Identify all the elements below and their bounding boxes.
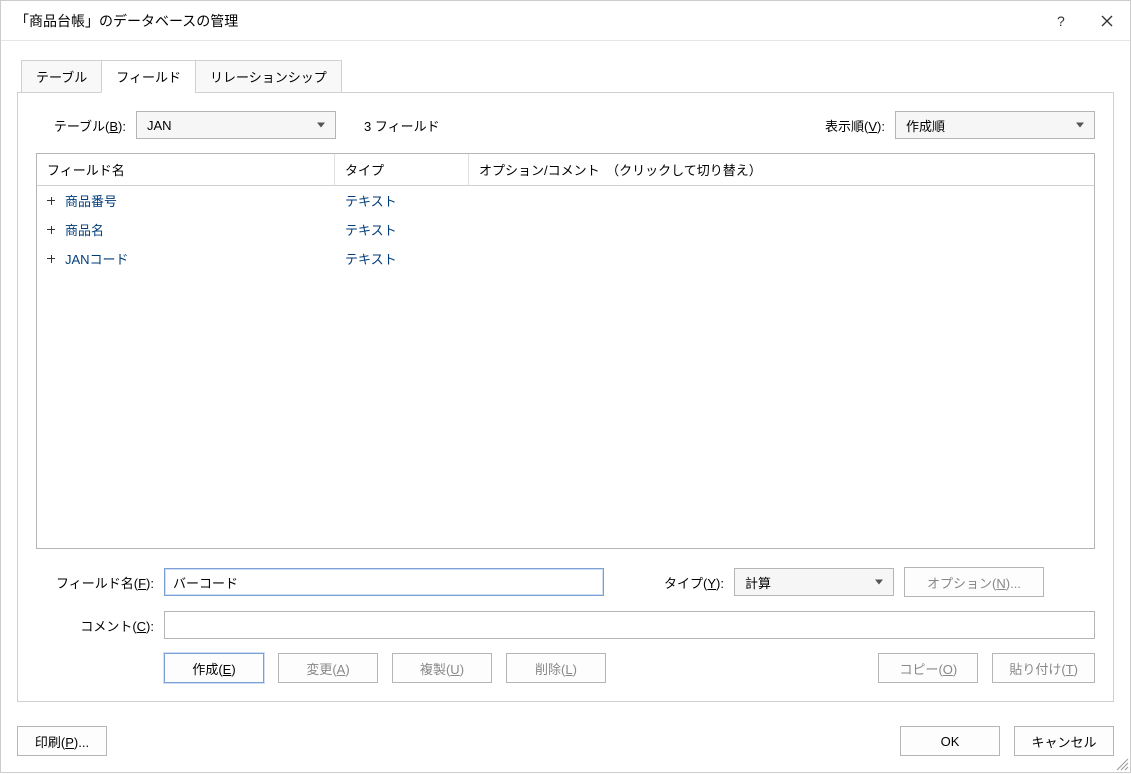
table-row[interactable]: 商品番号 テキスト [37, 186, 1094, 215]
field-name-cell: 商品名 [65, 220, 104, 239]
dialog-body: テーブル フィールド リレーションシップ テーブル(B): JAN 3 フィール… [1, 41, 1130, 712]
field-type-select[interactable]: 計算 [734, 568, 894, 596]
field-type-cell: テキスト [345, 220, 397, 239]
field-type-value: 計算 [745, 573, 771, 592]
field-grid[interactable]: フィールド名 タイプ オプション/コメント （クリックして切り替え） 商品番号 … [36, 153, 1095, 549]
copy-button[interactable]: コピー(O) [878, 653, 978, 683]
tab-bar: テーブル フィールド リレーションシップ [17, 60, 1114, 93]
grid-header-name[interactable]: フィールド名 [37, 154, 335, 185]
delete-button[interactable]: 削除(L) [506, 653, 606, 683]
manage-database-dialog: 「商品台帳」のデータベースの管理 ? テーブル フィールド リレーションシップ … [0, 0, 1131, 773]
svg-text:?: ? [1057, 14, 1065, 28]
table-select-label: テーブル(B): [36, 116, 126, 135]
table-select-value: JAN [147, 118, 172, 133]
sort-select-value: 作成順 [906, 116, 945, 135]
table-row[interactable]: 商品名 テキスト [37, 215, 1094, 244]
tab-fields[interactable]: フィールド [101, 60, 196, 93]
field-name-cell: JANコード [65, 249, 129, 268]
table-select-row: テーブル(B): JAN 3 フィールド 表示順(V): 作成順 [36, 111, 1095, 139]
titlebar: 「商品台帳」のデータベースの管理 ? [1, 1, 1130, 41]
print-button[interactable]: 印刷(P)... [17, 726, 107, 756]
window-title: 「商品台帳」のデータベースの管理 [15, 11, 1038, 31]
field-name-cell: 商品番号 [65, 191, 117, 210]
close-button[interactable] [1084, 3, 1130, 39]
tab-relationships[interactable]: リレーションシップ [195, 60, 342, 93]
table-row[interactable]: JANコード テキスト [37, 244, 1094, 273]
sort-label: 表示順(V): [825, 116, 885, 135]
duplicate-button[interactable]: 複製(U) [392, 653, 492, 683]
help-button[interactable]: ? [1038, 3, 1084, 39]
row-handle-icon[interactable] [47, 255, 55, 263]
field-name-label: フィールド名(F): [36, 573, 154, 592]
grid-header-type[interactable]: タイプ [335, 154, 469, 185]
fields-pane: テーブル(B): JAN 3 フィールド 表示順(V): 作成順 フィールド名 … [17, 92, 1114, 702]
change-button[interactable]: 変更(A) [278, 653, 378, 683]
sort-select[interactable]: 作成順 [895, 111, 1095, 139]
cancel-button[interactable]: キャンセル [1014, 726, 1114, 756]
action-button-row: 作成(E) 変更(A) 複製(U) 削除(L) コピー(O) 貼り付け(T) [36, 653, 1095, 683]
comment-input[interactable] [164, 611, 1095, 639]
field-count-label: 3 フィールド [364, 116, 440, 135]
field-form: フィールド名(F): タイプ(Y): 計算 オプション(N)... [36, 549, 1095, 683]
paste-button[interactable]: 貼り付け(T) [992, 653, 1095, 683]
resize-grip-icon[interactable] [1113, 755, 1129, 771]
field-type-cell: テキスト [345, 249, 397, 268]
dialog-footer: 印刷(P)... OK キャンセル [1, 712, 1130, 772]
grid-header-options[interactable]: オプション/コメント （クリックして切り替え） [469, 154, 1094, 185]
ok-button[interactable]: OK [900, 726, 1000, 756]
create-button[interactable]: 作成(E) [164, 653, 264, 683]
table-select[interactable]: JAN [136, 111, 336, 139]
options-button[interactable]: オプション(N)... [904, 567, 1044, 597]
field-name-input[interactable] [164, 568, 604, 596]
grid-header: フィールド名 タイプ オプション/コメント （クリックして切り替え） [37, 154, 1094, 186]
row-handle-icon[interactable] [47, 197, 55, 205]
grid-body: 商品番号 テキスト 商品名 テキスト JANコード テキスト [37, 186, 1094, 548]
tab-tables[interactable]: テーブル [21, 60, 102, 93]
field-type-cell: テキスト [345, 191, 397, 210]
comment-label: コメント(C): [36, 616, 154, 635]
row-handle-icon[interactable] [47, 226, 55, 234]
field-type-label: タイプ(Y): [664, 573, 724, 592]
